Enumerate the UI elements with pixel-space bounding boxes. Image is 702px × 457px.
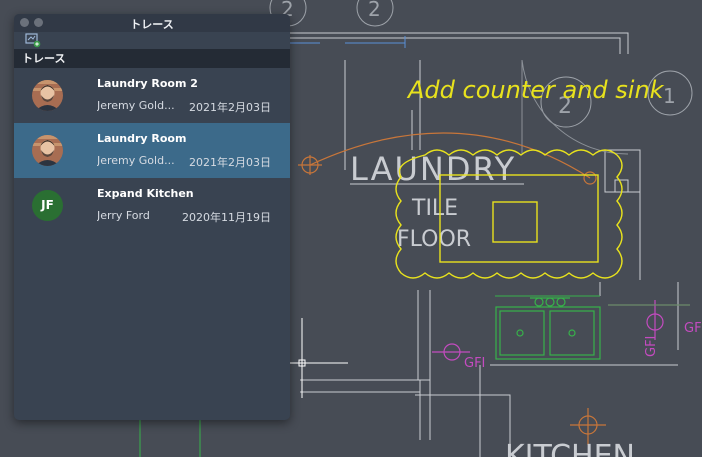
trace-title: Laundry Room: [97, 132, 187, 145]
room-label-laundry: LAUNDRY: [350, 150, 516, 188]
section-header: トレース: [14, 49, 290, 68]
gfi-label-2: GFI: [644, 336, 659, 357]
avatar: [32, 135, 63, 166]
trace-date: 2020年11月19日: [182, 211, 271, 224]
trace-item-selected[interactable]: Laundry Room Jeremy Gold... 2021年2月03日: [14, 123, 290, 178]
markup-note: Add counter and sink: [406, 76, 665, 104]
sink-fixture: [495, 297, 601, 360]
trace-author: Jeremy Gold...: [97, 99, 175, 112]
trace-date: 2021年2月03日: [189, 101, 271, 114]
palette-titlebar[interactable]: トレース: [14, 14, 290, 32]
trace-date: 2021年2月03日: [189, 156, 271, 169]
avatar: [32, 80, 63, 111]
floor-label-floor: FLOOR: [397, 227, 471, 252]
door-tag-2: 1: [663, 84, 676, 108]
new-trace-icon[interactable]: [25, 33, 41, 48]
avatar-initials: JF: [32, 190, 63, 221]
trace-palette: トレース トレース Laundry Room 2 Jeremy Gold... …: [14, 14, 290, 420]
trace-author: Jeremy Gold...: [97, 154, 175, 167]
gfi-label-1: GFI: [464, 356, 485, 371]
floor-label-tile: TILE: [411, 196, 458, 221]
trace-title: Expand Kitchen: [97, 187, 194, 200]
trace-author: Jerry Ford: [97, 209, 150, 222]
top-tag-2: 2: [368, 0, 381, 21]
trace-title: Laundry Room 2: [97, 77, 198, 90]
palette-toolbar: [14, 32, 290, 49]
gfi-label-3: GFI: [684, 321, 702, 336]
trace-item[interactable]: Laundry Room 2 Jeremy Gold... 2021年2月03日: [14, 68, 290, 123]
trace-item[interactable]: JF Expand Kitchen Jerry Ford 2020年11月19日: [14, 178, 290, 233]
kitchen-label: KITCHEN: [505, 439, 635, 457]
palette-title: トレース: [130, 18, 174, 31]
